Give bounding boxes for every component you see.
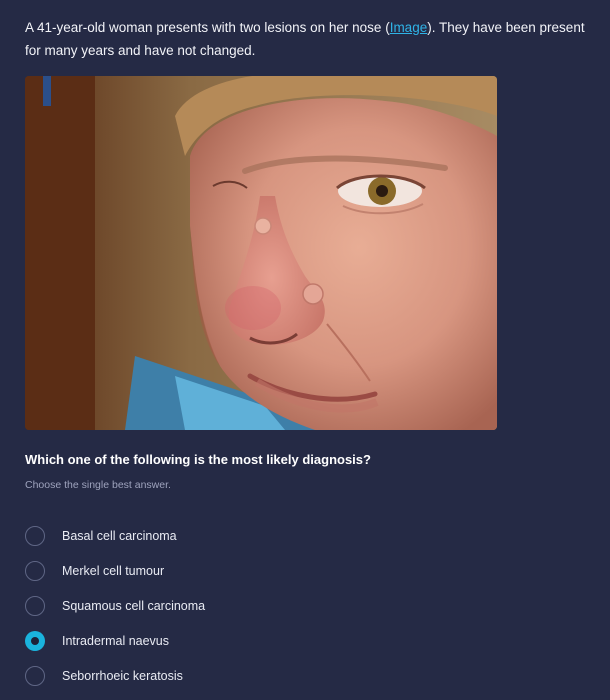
radio-button[interactable] bbox=[25, 595, 45, 616]
radio-button-selected[interactable] bbox=[25, 630, 45, 651]
answer-options: Basal cell carcinoma Merkel cell tumour … bbox=[25, 518, 425, 693]
option-seborrhoeic-keratosis[interactable]: Seborrhoeic keratosis bbox=[25, 658, 425, 693]
question-instruction: Choose the single best answer. bbox=[25, 479, 171, 491]
radio-button[interactable] bbox=[25, 665, 45, 686]
option-intradermal-naevus[interactable]: Intradermal naevus bbox=[25, 623, 425, 658]
image-link[interactable]: Image bbox=[390, 20, 428, 35]
option-squamous-cell-carcinoma[interactable]: Squamous cell carcinoma bbox=[25, 588, 425, 623]
option-label: Seborrhoeic keratosis bbox=[62, 668, 183, 683]
option-label: Merkel cell tumour bbox=[62, 563, 165, 578]
question-stem: A 41-year-old woman presents with two le… bbox=[25, 16, 590, 62]
stem-text-before: A 41-year-old woman presents with two le… bbox=[25, 20, 390, 35]
question-title: Which one of the following is the most l… bbox=[25, 452, 371, 467]
option-merkel-cell-tumour[interactable]: Merkel cell tumour bbox=[25, 553, 425, 588]
radio-button[interactable] bbox=[25, 560, 45, 581]
radio-button[interactable] bbox=[25, 525, 45, 546]
option-label: Intradermal naevus bbox=[62, 633, 170, 648]
option-label: Squamous cell carcinoma bbox=[62, 598, 206, 613]
clinical-photo-illustration bbox=[25, 76, 497, 430]
option-label: Basal cell carcinoma bbox=[62, 528, 177, 543]
clinical-photo[interactable] bbox=[25, 76, 497, 430]
option-basal-cell-carcinoma[interactable]: Basal cell carcinoma bbox=[25, 518, 425, 553]
